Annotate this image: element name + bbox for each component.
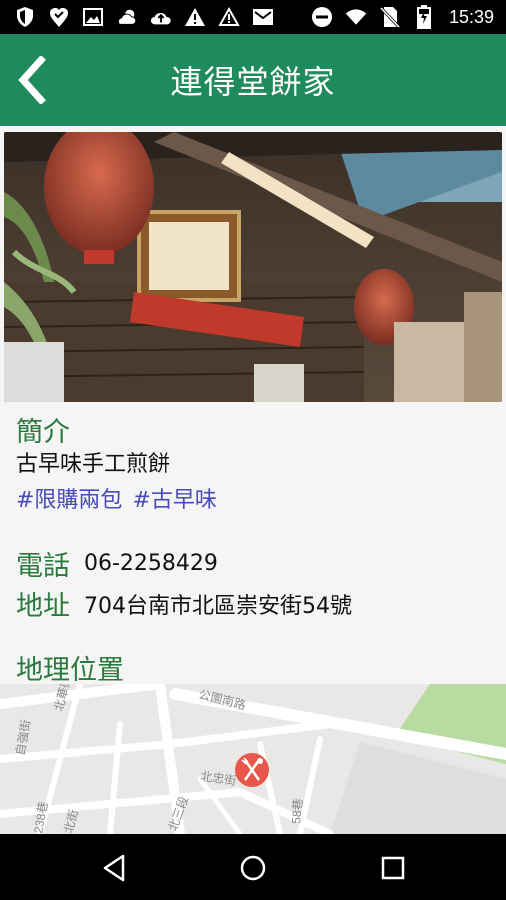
tag-list: #限購兩包 #古早味: [16, 482, 217, 514]
location-heading: 地理位置: [16, 655, 124, 686]
phone-row: 電話 06-2258429: [16, 544, 218, 583]
cloud-sun-icon: [116, 6, 138, 28]
status-bar: 15:39: [0, 0, 506, 34]
nav-back-button[interactable]: [92, 846, 136, 890]
address-row: 地址 704台南市北區崇安街54號: [16, 584, 352, 623]
phone-label: 電話: [16, 551, 70, 582]
map-label-lane-58: 58巷: [289, 798, 305, 824]
phone-number[interactable]: 06-2258429: [84, 551, 218, 576]
intro-heading: 簡介: [16, 417, 70, 448]
app-bar: 連得堂餅家: [0, 34, 506, 126]
back-button[interactable]: [8, 52, 56, 108]
nav-home-button[interactable]: [231, 846, 275, 890]
tag-limit-purchase[interactable]: #限購兩包: [16, 482, 122, 514]
no-sim-icon: [379, 6, 401, 28]
map-view[interactable]: 公園南路 北華街 自強街 北忠街 238巷 北三段 58巷 北街: [0, 684, 506, 834]
tag-old-taste[interactable]: #古早味: [132, 482, 216, 514]
address-label: 地址: [16, 591, 70, 622]
fork-knife-icon[interactable]: [235, 753, 269, 787]
wifi-icon: [345, 6, 367, 28]
shield-icon: [14, 6, 36, 28]
recents-square-icon: [381, 856, 405, 880]
status-bar-notifications: [14, 0, 274, 34]
battery-charging-icon: [413, 5, 435, 29]
shop-detail: 簡介 古早味手工煎餅 #限購兩包 #古早味 電話 06-2258429 地址 7…: [0, 126, 506, 834]
warning-outline-icon: [218, 6, 240, 28]
home-circle-icon: [240, 855, 266, 881]
address-text[interactable]: 704台南市北區崇安街54號: [84, 588, 352, 620]
intro-description: 古早味手工煎餅: [16, 452, 171, 477]
status-time: 15:39: [448, 6, 494, 27]
chevron-left-icon: [18, 56, 46, 104]
image-icon: [82, 6, 104, 28]
nav-recents-button[interactable]: [371, 846, 415, 890]
do-not-disturb-icon: [311, 6, 333, 28]
warning-filled-icon: [184, 6, 206, 28]
heart-location-icon: [48, 6, 70, 28]
page-title: 連得堂餅家: [170, 63, 336, 101]
system-nav-bar: [0, 834, 506, 900]
status-bar-system: 15:39: [311, 0, 494, 34]
mail-icon: [252, 6, 274, 28]
storefront-photo: [4, 132, 502, 402]
cloud-upload-icon: [150, 6, 172, 28]
back-triangle-icon: [103, 854, 125, 882]
